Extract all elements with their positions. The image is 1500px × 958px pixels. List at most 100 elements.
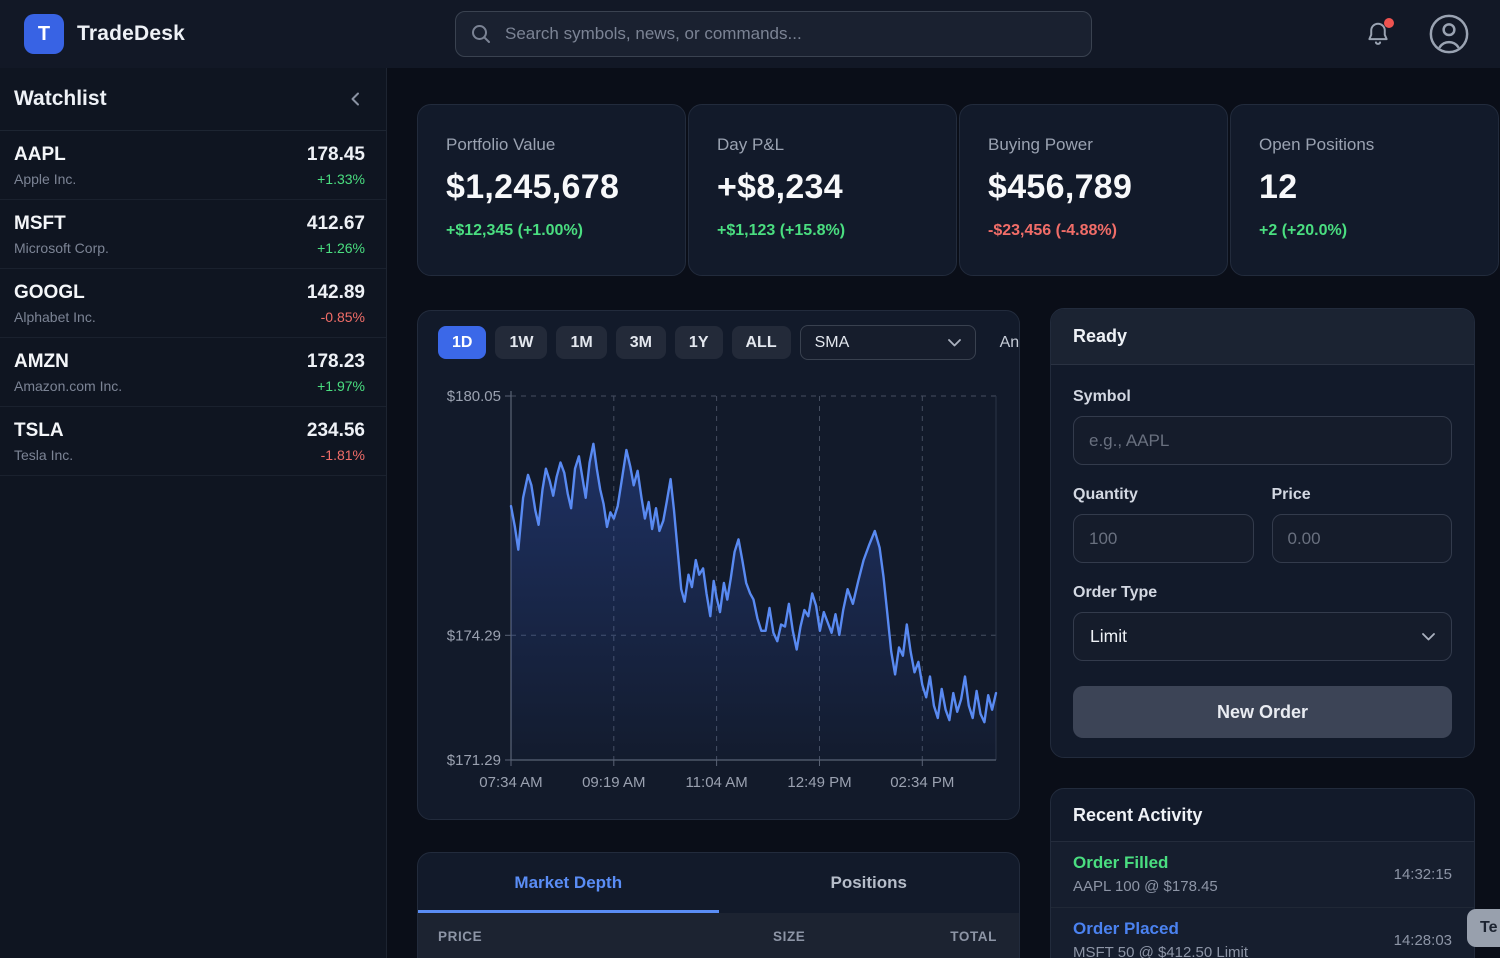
watchlist-row-left: MSFTMicrosoft Corp. xyxy=(14,213,109,256)
svg-text:07:34 AM: 07:34 AM xyxy=(479,774,542,791)
order-type-select[interactable]: Limit xyxy=(1073,612,1452,661)
watchlist-row-aapl[interactable]: AAPLApple Inc. 178.45 +1.33% xyxy=(0,131,386,200)
user-avatar[interactable] xyxy=(1428,13,1470,55)
activity-event: Order Filled xyxy=(1073,853,1218,873)
order-form: Symbol Quantity Price Order Type Limit xyxy=(1051,365,1474,738)
watchlist-symbol: GOOGL xyxy=(14,282,96,304)
depth-table-header: PRICESIZETOTAL xyxy=(418,913,1019,958)
watchlist-row-left: AMZNAmazon.com Inc. xyxy=(14,351,122,394)
range-button-1m[interactable]: 1M xyxy=(556,326,606,359)
activity-time: 14:28:03 xyxy=(1394,932,1452,949)
order-status: Ready xyxy=(1051,309,1474,365)
activity-event: Order Placed xyxy=(1073,919,1248,939)
quantity-label: Quantity xyxy=(1073,486,1254,504)
stat-card-portfolio-value: Portfolio Value$1,245,678+$12,345 (+1.00… xyxy=(417,104,686,276)
search-bar[interactable] xyxy=(455,11,1092,57)
watchlist-row-right: 178.23+1.97% xyxy=(307,351,365,394)
svg-text:$174.29: $174.29 xyxy=(447,627,501,644)
watchlist-change: +1.33% xyxy=(307,171,365,187)
svg-text:02:34 PM: 02:34 PM xyxy=(890,774,954,791)
notifications-bell-icon[interactable] xyxy=(1364,20,1392,48)
watchlist-price: 412.67 xyxy=(307,213,365,235)
stat-label: Buying Power xyxy=(988,135,1199,155)
chart-toolbar: 1D 1W 1M 3M 1Y ALL SMA Annotate xyxy=(418,311,1019,360)
watchlist-company: Alphabet Inc. xyxy=(14,309,96,325)
top-nav: T TradeDesk xyxy=(0,0,1500,68)
range-button-1w[interactable]: 1W xyxy=(495,326,547,359)
price-chart-card: 1D 1W 1M 3M 1Y ALL SMA Annotate $180.05 $174.2… xyxy=(417,310,1020,820)
search-icon xyxy=(470,23,492,45)
watchlist-symbol: AAPL xyxy=(14,144,76,166)
svg-text:12:49 PM: 12:49 PM xyxy=(787,774,851,791)
watchlist-company: Tesla Inc. xyxy=(14,447,73,463)
order-form-card: Ready Symbol Quantity Price Order Type L… xyxy=(1050,308,1475,758)
watchlist-row-left: TSLA Tesla Inc. xyxy=(14,420,73,463)
stat-change: +$12,345 (+1.00%) xyxy=(446,222,657,240)
nav-actions xyxy=(1364,0,1470,68)
notification-badge xyxy=(1384,18,1394,28)
price-input[interactable] xyxy=(1272,514,1453,563)
stat-label: Open Positions xyxy=(1259,135,1470,155)
activity-row: Order Filled AAPL 100 @ $178.45 14:32:15 xyxy=(1051,842,1474,908)
quantity-input[interactable] xyxy=(1073,514,1254,563)
price-chart: $180.05$174.29$171.2907:34 AM09:19 AM11:… xyxy=(418,377,1020,817)
range-button-3m[interactable]: 3M xyxy=(616,326,666,359)
activity-list: Order FilledAAPL 100 @ $178.4514:32:15Or… xyxy=(1051,842,1474,958)
stat-change: +$1,123 (+15.8%) xyxy=(717,222,928,240)
indicator-select-value: SMA xyxy=(815,334,850,352)
watchlist-sidebar: Watchlist AAPLApple Inc. 178.45 +1.33% MSFT… xyxy=(0,68,387,958)
watchlist-row-right: 178.45 +1.33% xyxy=(307,144,365,187)
watchlist-row-left: GOOGL Alphabet Inc. xyxy=(14,282,96,325)
watchlist-row-right: 142.89-0.85% xyxy=(307,282,365,325)
watchlist-row-msft[interactable]: MSFTMicrosoft Corp. 412.67 +1.26% xyxy=(0,200,386,269)
symbol-input[interactable] xyxy=(1073,416,1452,465)
stat-value: $1,245,678 xyxy=(446,168,657,207)
watchlist-row-left: AAPLApple Inc. xyxy=(14,144,76,187)
stat-change: +2 (+20.0%) xyxy=(1259,222,1470,240)
watchlist-title: Watchlist xyxy=(14,87,107,111)
order-type-label: Order Type xyxy=(1073,584,1452,602)
stat-card-open-positions: Open Positions12+2 (+20.0%) xyxy=(1230,104,1499,276)
market-depth-card: Market DepthPositions PRICESIZETOTAL xyxy=(417,852,1020,958)
svg-text:$171.29: $171.29 xyxy=(447,752,501,769)
activity-time: 14:32:15 xyxy=(1394,866,1452,883)
chevron-down-icon xyxy=(948,339,961,347)
collapse-sidebar-button[interactable] xyxy=(348,91,364,107)
indicator-select[interactable]: SMA xyxy=(800,325,976,360)
app-name: TradeDesk xyxy=(77,22,185,46)
stats-row: Portfolio Value$1,245,678+$12,345 (+1.00… xyxy=(417,104,1499,276)
toast-notification: Te xyxy=(1467,909,1500,947)
chevron-down-icon xyxy=(1422,633,1435,641)
main-content: Portfolio Value$1,245,678+$12,345 (+1.00… xyxy=(387,68,1500,958)
watchlist-price: 178.23 xyxy=(307,351,365,373)
tab-positions[interactable]: Positions xyxy=(719,853,1020,913)
activity-detail: AAPL 100 @ $178.45 xyxy=(1073,878,1218,895)
watchlist-price: 178.45 xyxy=(307,144,365,166)
range-button-all[interactable]: ALL xyxy=(732,326,791,359)
watchlist-row-googl[interactable]: GOOGL Alphabet Inc. 142.89-0.85% xyxy=(0,269,386,338)
svg-text:$180.05: $180.05 xyxy=(447,388,501,405)
watchlist-company: Microsoft Corp. xyxy=(14,240,109,256)
svg-text:09:19 AM: 09:19 AM xyxy=(582,774,645,791)
watchlist-change: -1.81% xyxy=(307,447,365,463)
annotate-button[interactable]: Annotate xyxy=(1000,334,1019,352)
stat-label: Day P&L xyxy=(717,135,928,155)
watchlist-row-tsla[interactable]: TSLATesla Inc.234.56-1.81% xyxy=(0,407,386,476)
stat-card-day-p-l: Day P&L+$8,234+$1,123 (+15.8%) xyxy=(688,104,957,276)
search-input[interactable] xyxy=(503,23,1077,45)
chevron-left-icon xyxy=(348,91,364,107)
watchlist-change: +1.26% xyxy=(307,240,365,256)
column-header-total: TOTAL xyxy=(950,929,997,944)
range-button-1y[interactable]: 1Y xyxy=(675,326,723,359)
watchlist-price: 142.89 xyxy=(307,282,365,304)
recent-activity-card: Recent Activity Order FilledAAPL 100 @ $… xyxy=(1050,788,1475,958)
range-button-1d[interactable]: 1D xyxy=(438,326,486,359)
tab-market-depth[interactable]: Market Depth xyxy=(418,853,719,913)
watchlist-symbol: TSLA xyxy=(14,420,73,442)
new-order-button[interactable]: New Order xyxy=(1073,686,1452,738)
depth-tabs: Market DepthPositions xyxy=(418,853,1019,913)
activity-row-left: Order PlacedMSFT 50 @ $412.50 Limit xyxy=(1073,919,1248,958)
column-header-price: PRICE xyxy=(438,929,482,944)
activity-row: Order PlacedMSFT 50 @ $412.50 Limit 14:28… xyxy=(1051,908,1474,958)
watchlist-row-amzn[interactable]: AMZNAmazon.com Inc. 178.23+1.97% xyxy=(0,338,386,407)
